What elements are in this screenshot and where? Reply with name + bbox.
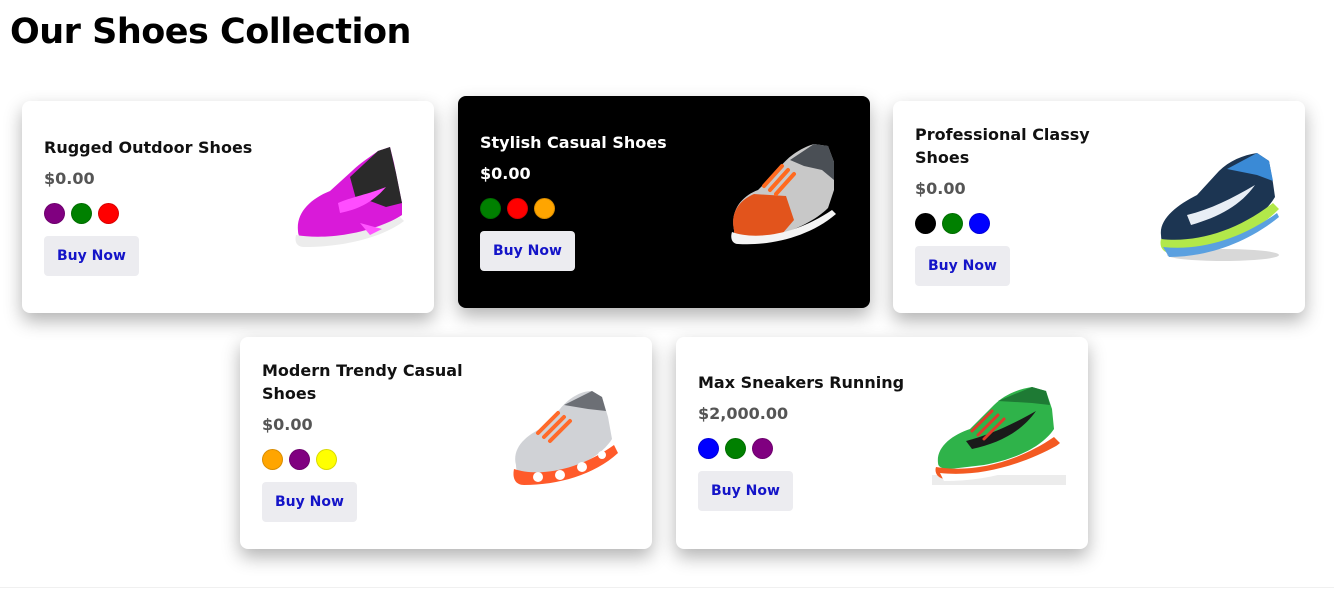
buy-now-button[interactable]: Buy Now [44,236,139,276]
product-price: $0.00 [915,179,966,198]
product-info: Modern Trendy Casual Shoes $0.00 Buy Now [262,359,492,522]
product-name: Rugged Outdoor Shoes [44,138,253,157]
color-swatch[interactable] [534,198,555,219]
product-card: Max Sneakers Running $2,000.00 Buy Now [676,337,1088,549]
product-price: $0.00 [262,415,313,434]
color-swatch[interactable] [507,198,528,219]
orange-silver-sneaker-image [513,391,618,485]
product-price: $0.00 [44,169,95,188]
bottom-divider [0,587,1334,588]
product-price: $2,000.00 [698,404,789,423]
color-swatch[interactable] [942,213,963,234]
color-swatch[interactable] [316,449,337,470]
product-info: Professional Classy Shoes $0.00 Buy Now [915,123,1145,286]
color-swatches [480,198,710,219]
product-card: Rugged Outdoor Shoes $0.00 Buy Now [22,101,434,313]
orange-grey-sneaker-image [731,144,836,245]
buy-now-button[interactable]: Buy Now [915,246,1010,286]
color-swatch[interactable] [44,203,65,224]
page-title: Our Shoes Collection [10,12,411,52]
product-info: Rugged Outdoor Shoes $0.00 Buy Now [44,136,274,276]
color-swatches [44,203,274,224]
green-sneaker-image [932,387,1066,485]
color-swatch[interactable] [698,438,719,459]
color-swatch[interactable] [480,198,501,219]
navy-sneaker-image [1160,153,1279,261]
color-swatch[interactable] [915,213,936,234]
product-name: Stylish Casual Shoes [480,133,667,152]
product-card: Professional Classy Shoes $0.00 Buy Now [893,101,1305,313]
product-name: Modern Trendy Casual Shoes [262,361,463,403]
buy-now-button[interactable]: Buy Now [262,482,357,522]
product-info: Max Sneakers Running $2,000.00 Buy Now [698,371,928,511]
color-swatch[interactable] [262,449,283,470]
product-info: Stylish Casual Shoes $0.00 Buy Now [480,131,710,271]
color-swatch[interactable] [969,213,990,234]
product-name: Max Sneakers Running [698,373,905,392]
pink-sneaker-image [295,147,404,247]
product-price: $0.00 [480,164,531,183]
product-card: Modern Trendy Casual Shoes $0.00 Buy Now [240,337,652,549]
product-card: Stylish Casual Shoes $0.00 Buy Now [458,96,870,308]
color-swatches [698,438,928,459]
color-swatch[interactable] [752,438,773,459]
color-swatches [262,449,492,470]
color-swatch[interactable] [289,449,310,470]
product-name: Professional Classy Shoes [915,125,1090,167]
color-swatch[interactable] [725,438,746,459]
color-swatch[interactable] [71,203,92,224]
buy-now-button[interactable]: Buy Now [698,471,793,511]
color-swatches [915,213,1145,234]
color-swatch[interactable] [98,203,119,224]
buy-now-button[interactable]: Buy Now [480,231,575,271]
